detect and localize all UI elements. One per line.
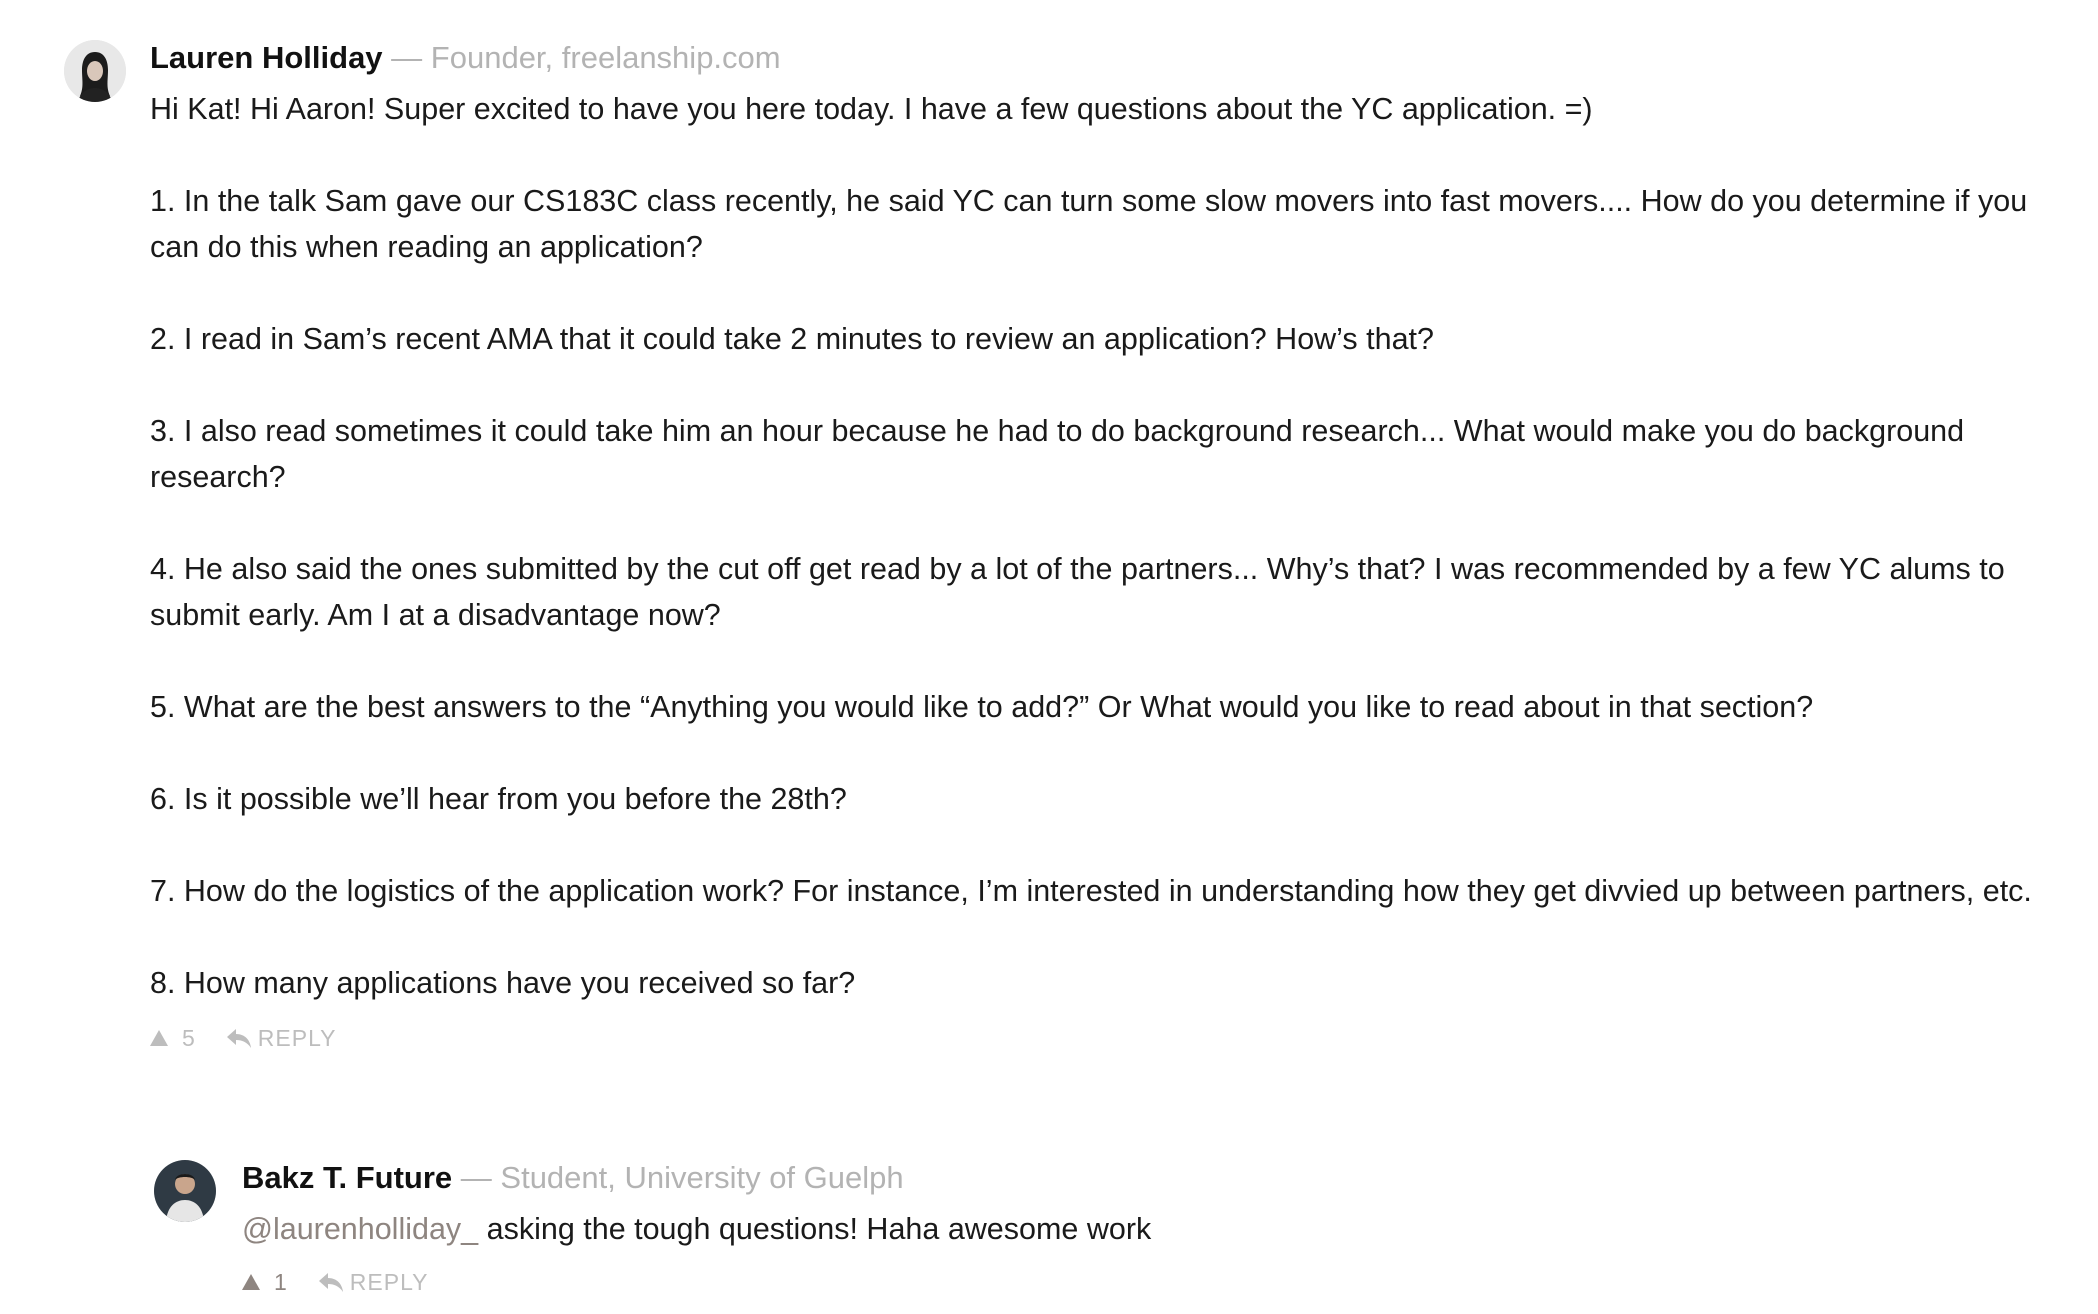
comment-paragraph: @laurenholliday_ asking the tough questi…: [242, 1206, 2064, 1252]
author-title: Student, University of Guelph: [500, 1160, 904, 1195]
comment-paragraph: 4. He also said the ones submitted by th…: [150, 552, 2005, 632]
comment-actions: 5 REPLY: [150, 1020, 2064, 1056]
author-name[interactable]: Lauren Holliday: [150, 40, 383, 75]
comment-body: Hi Kat! Hi Aaron! Super excited to have …: [150, 86, 2064, 1006]
upvote-triangle-icon: [150, 1030, 168, 1046]
comment-body: @laurenholliday_ asking the tough questi…: [242, 1206, 2064, 1252]
author-title: Founder, freelanship.com: [430, 40, 781, 75]
reply-arrow-icon: [226, 1029, 251, 1048]
comment-paragraph: 6. Is it possible we’ll hear from you be…: [150, 782, 847, 816]
avatar-bakz-t-future[interactable]: [154, 1160, 216, 1222]
header-separator: —: [460, 1160, 492, 1195]
upvote-count: 5: [182, 1024, 196, 1051]
comment-header: Lauren Holliday — Founder, freelanship.c…: [150, 40, 2064, 76]
header-separator: —: [391, 40, 423, 75]
comment-actions: 1 REPLY: [242, 1264, 2064, 1300]
author-name[interactable]: Bakz T. Future: [242, 1160, 452, 1195]
comment-text: asking the tough questions! Haha awesome…: [478, 1212, 1152, 1246]
reply-arrow-icon: [318, 1273, 343, 1292]
reply-button[interactable]: REPLY: [226, 1025, 337, 1052]
comment-paragraph: 2. I read in Sam’s recent AMA that it co…: [150, 322, 1434, 356]
comment-paragraph: 3. I also read sometimes it could take h…: [150, 414, 1965, 494]
comment-paragraph: 1. In the talk Sam gave our CS183C class…: [150, 184, 2028, 264]
upvote-count: 1: [274, 1268, 288, 1295]
comment-lauren-holliday: Lauren Holliday — Founder, freelanship.c…: [64, 40, 2064, 1056]
comment-paragraph: Hi Kat! Hi Aaron! Super excited to have …: [150, 92, 1593, 126]
avatar-lauren-holliday[interactable]: [64, 40, 126, 102]
reply-button[interactable]: REPLY: [318, 1269, 429, 1296]
reply-label: REPLY: [257, 1024, 337, 1051]
comment-paragraph: 7. How do the logistics of the applicati…: [150, 874, 2032, 908]
comment-header: Bakz T. Future — Student, University of …: [242, 1160, 2064, 1196]
comment-bakz-t-future: Bakz T. Future — Student, University of …: [154, 1160, 2064, 1300]
comment-paragraph: 5. What are the best answers to the “Any…: [150, 690, 1814, 724]
upvote-button[interactable]: 1: [242, 1269, 318, 1296]
upvote-triangle-icon: [242, 1274, 260, 1290]
mention-link[interactable]: @laurenholliday_: [242, 1212, 478, 1246]
upvote-button[interactable]: 5: [150, 1025, 226, 1052]
comment-paragraph: 8. How many applications have you receiv…: [150, 966, 856, 1000]
reply-label: REPLY: [349, 1268, 429, 1295]
